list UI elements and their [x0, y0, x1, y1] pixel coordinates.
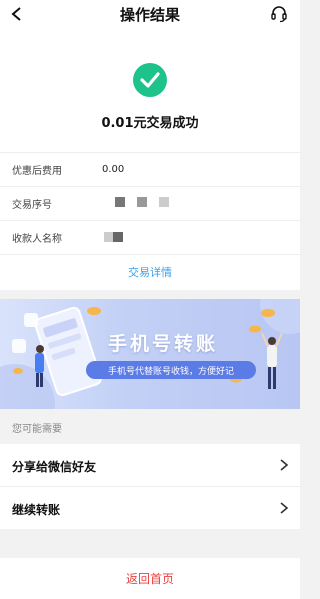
serial-label: 交易序号 — [12, 199, 52, 211]
section-label: 您可能需要 — [12, 424, 62, 435]
transaction-details-link[interactable]: 交易详情 — [0, 264, 300, 280]
fee-label: 优惠后费用 — [12, 165, 62, 177]
banner-title: 手机号转账 — [108, 333, 219, 355]
continue-transfer-label: 继续转账 — [12, 503, 61, 517]
masked-serial-value — [115, 197, 169, 207]
divider — [0, 254, 300, 255]
detail-row-payee: 收款人名称 — [0, 220, 300, 254]
customer-service-button[interactable] — [268, 3, 290, 25]
chevron-right-icon — [280, 459, 289, 471]
check-circle-icon — [133, 63, 167, 97]
phone-transfer-banner[interactable]: 手机号转账 手机号代替账号收钱，方便好记 — [0, 299, 300, 409]
share-to-wechat-item[interactable]: 分享给微信好友 — [0, 444, 300, 486]
result-card: 0.01元交易成功 优惠后费用 0.00 交易序号 收款人名称 交易详情 — [0, 28, 300, 290]
continue-transfer-item[interactable]: 继续转账 — [0, 487, 300, 529]
chevron-left-icon — [11, 7, 21, 21]
banner-subtitle: 手机号代替账号收钱，方便好记 — [107, 366, 234, 377]
headset-icon — [271, 6, 287, 23]
detail-row-fee: 优惠后费用 0.00 — [0, 152, 300, 186]
back-button[interactable] — [6, 3, 28, 25]
back-to-home-button[interactable]: 返回首页 — [0, 558, 300, 599]
payee-label: 收款人名称 — [12, 233, 62, 245]
share-to-wechat-label: 分享给微信好友 — [12, 460, 97, 474]
detail-row-serial: 交易序号 — [0, 186, 300, 220]
back-to-home-label: 返回首页 — [125, 572, 174, 586]
chevron-right-icon — [280, 502, 289, 514]
transaction-amount-status: 0.01元交易成功 — [101, 116, 199, 131]
masked-payee-value — [104, 232, 123, 242]
fee-value: 0.00 — [102, 163, 125, 175]
page-title: 操作结果 — [119, 5, 180, 24]
top-bar: 操作结果 — [0, 0, 300, 28]
banner-subtitle-pill: 手机号代替账号收钱，方便好记 — [86, 361, 256, 379]
